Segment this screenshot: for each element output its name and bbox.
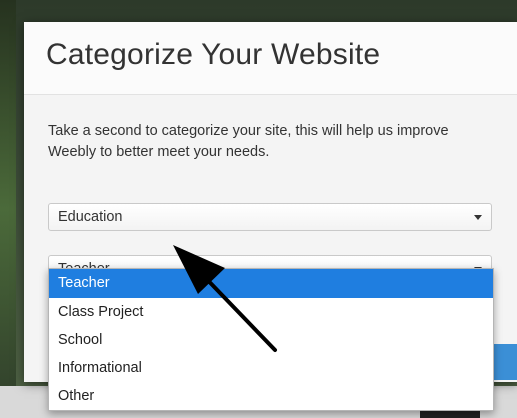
caret-down-icon (474, 215, 482, 220)
modal-title: Categorize Your Website (46, 38, 381, 71)
background-left-strip (0, 0, 16, 418)
intro-text: Take a second to categorize your site, t… (48, 123, 449, 160)
dropdown-option-class-project[interactable]: Class Project (49, 298, 493, 326)
dropdown-option-other[interactable]: Other (49, 382, 493, 410)
category-select-value: Education (58, 209, 123, 225)
dropdown-option-school[interactable]: School (49, 326, 493, 354)
modal-header: Categorize Your Website (24, 22, 517, 95)
dropdown-option-informational[interactable]: Informational (49, 354, 493, 382)
dropdown-option-teacher[interactable]: Teacher (49, 269, 493, 298)
category-select[interactable]: Education (48, 203, 492, 231)
subcategory-dropdown-list: Teacher Class Project School Information… (48, 268, 494, 411)
continue-button[interactable] (490, 344, 517, 380)
